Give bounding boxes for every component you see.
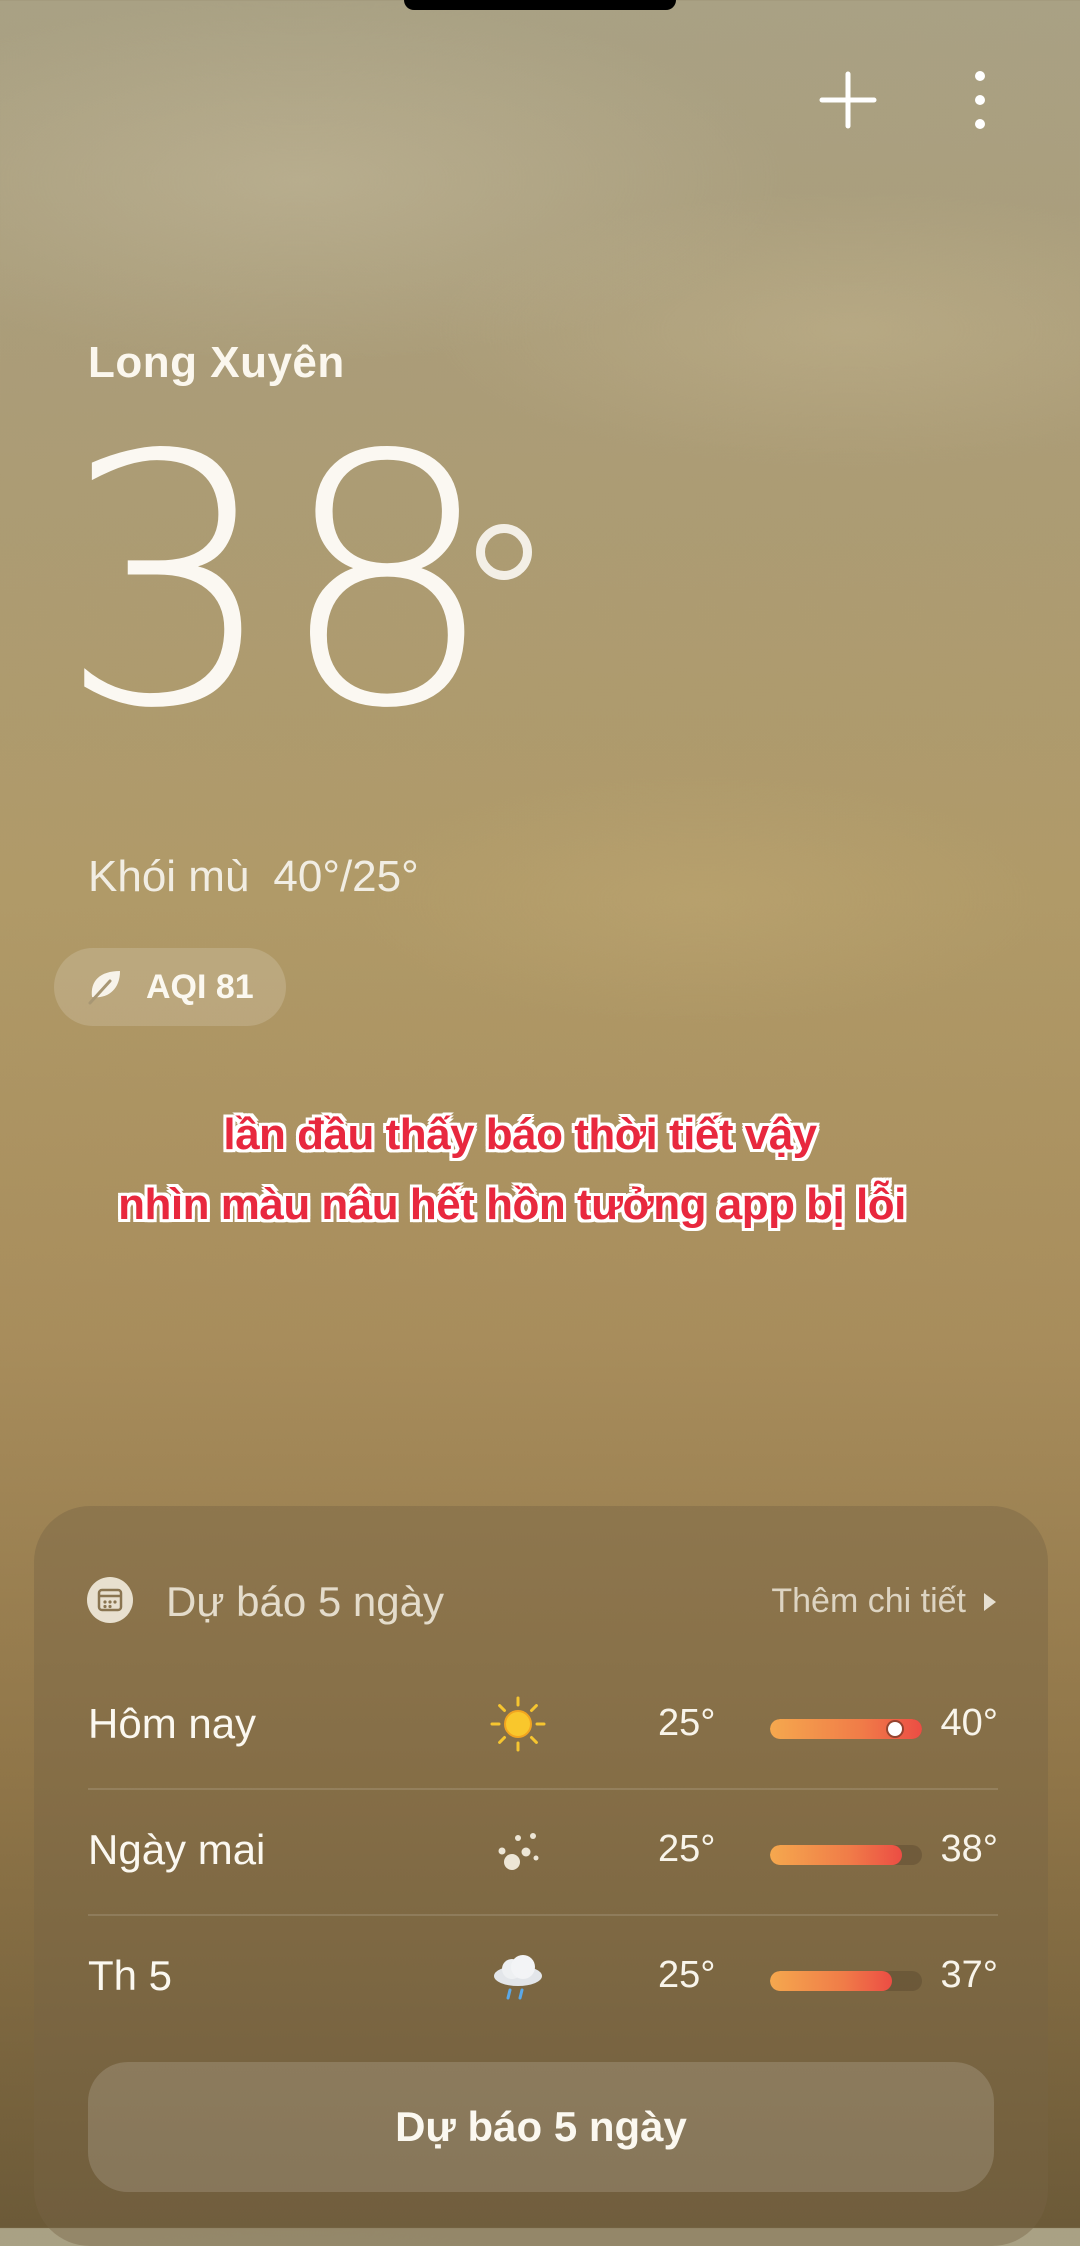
city-name: Long Xuyên: [88, 338, 345, 387]
forecast-day: Ngày mai: [88, 1826, 266, 1873]
forecast-row-thursday[interactable]: Th 5 25° 37°: [88, 1914, 998, 2040]
aqi-badge[interactable]: AQI 81: [54, 948, 286, 1026]
high-low-text: 40°/25°: [273, 852, 419, 901]
forecast-high: 38°: [940, 1828, 998, 1870]
forecast-high: 37°: [940, 1954, 998, 1996]
degree-symbol: [476, 524, 532, 580]
aqi-value: AQI 81: [146, 967, 254, 1006]
forecast-low: 25°: [658, 1954, 716, 1996]
caption-line-2: nhìn màu nâu hết hồn tưởng app bị lỗi: [118, 1180, 906, 1229]
plus-icon[interactable]: [812, 64, 884, 136]
current-temp-marker: [887, 1722, 902, 1736]
camera-notch: [404, 0, 676, 10]
haze-icon: [498, 1833, 539, 1870]
five-day-forecast-button[interactable]: Dự báo 5 ngày: [88, 2062, 994, 2192]
forecast-row-today[interactable]: Hôm nay 25° 40°: [88, 1662, 998, 1790]
forecast-high: 40°: [940, 1702, 998, 1744]
condition-text: Khói mù: [88, 852, 250, 901]
forecast-title: Dự báo 5 ngày: [166, 1578, 444, 1625]
more-details-label: Thêm chi tiết: [771, 1582, 966, 1620]
temperature-text: 38: [58, 440, 497, 740]
current-temperature: 38: [58, 383, 508, 784]
more-vertical-icon[interactable]: [944, 64, 1016, 136]
calendar-icon: [87, 1577, 133, 1623]
forecast-row-tomorrow[interactable]: Ngày mai 25° 38°: [88, 1788, 998, 1916]
leaf-icon: [88, 971, 120, 1005]
weather-summary: Khói mù 40°/25°: [88, 852, 419, 902]
temperature-range-bar: [770, 1845, 922, 1865]
temperature-range-fill: [770, 1971, 892, 1991]
sunny-icon: [490, 1696, 546, 1752]
temperature-range-bar: [770, 1971, 922, 1991]
forecast-low: 25°: [658, 1702, 716, 1744]
forecast-card: Dự báo 5 ngày Thêm chi tiết Hôm nay 25° …: [34, 1506, 1048, 2246]
chevron-right-icon: [984, 1592, 996, 1611]
forecast-header: Dự báo 5 ngày Thêm chi tiết: [86, 1572, 996, 1632]
caption-line-1: lần đầu thấy báo thời tiết vậy: [223, 1110, 817, 1159]
more-details-link[interactable]: Thêm chi tiết: [771, 1582, 996, 1621]
forecast-low: 25°: [658, 1828, 716, 1870]
rain-cloud-icon: [494, 1955, 542, 2000]
forecast-day: Th 5: [88, 1952, 173, 1999]
temperature-range-fill: [770, 1845, 903, 1865]
forecast-day: Hôm nay: [88, 1700, 257, 1747]
temperature-range-bar: [770, 1719, 922, 1739]
